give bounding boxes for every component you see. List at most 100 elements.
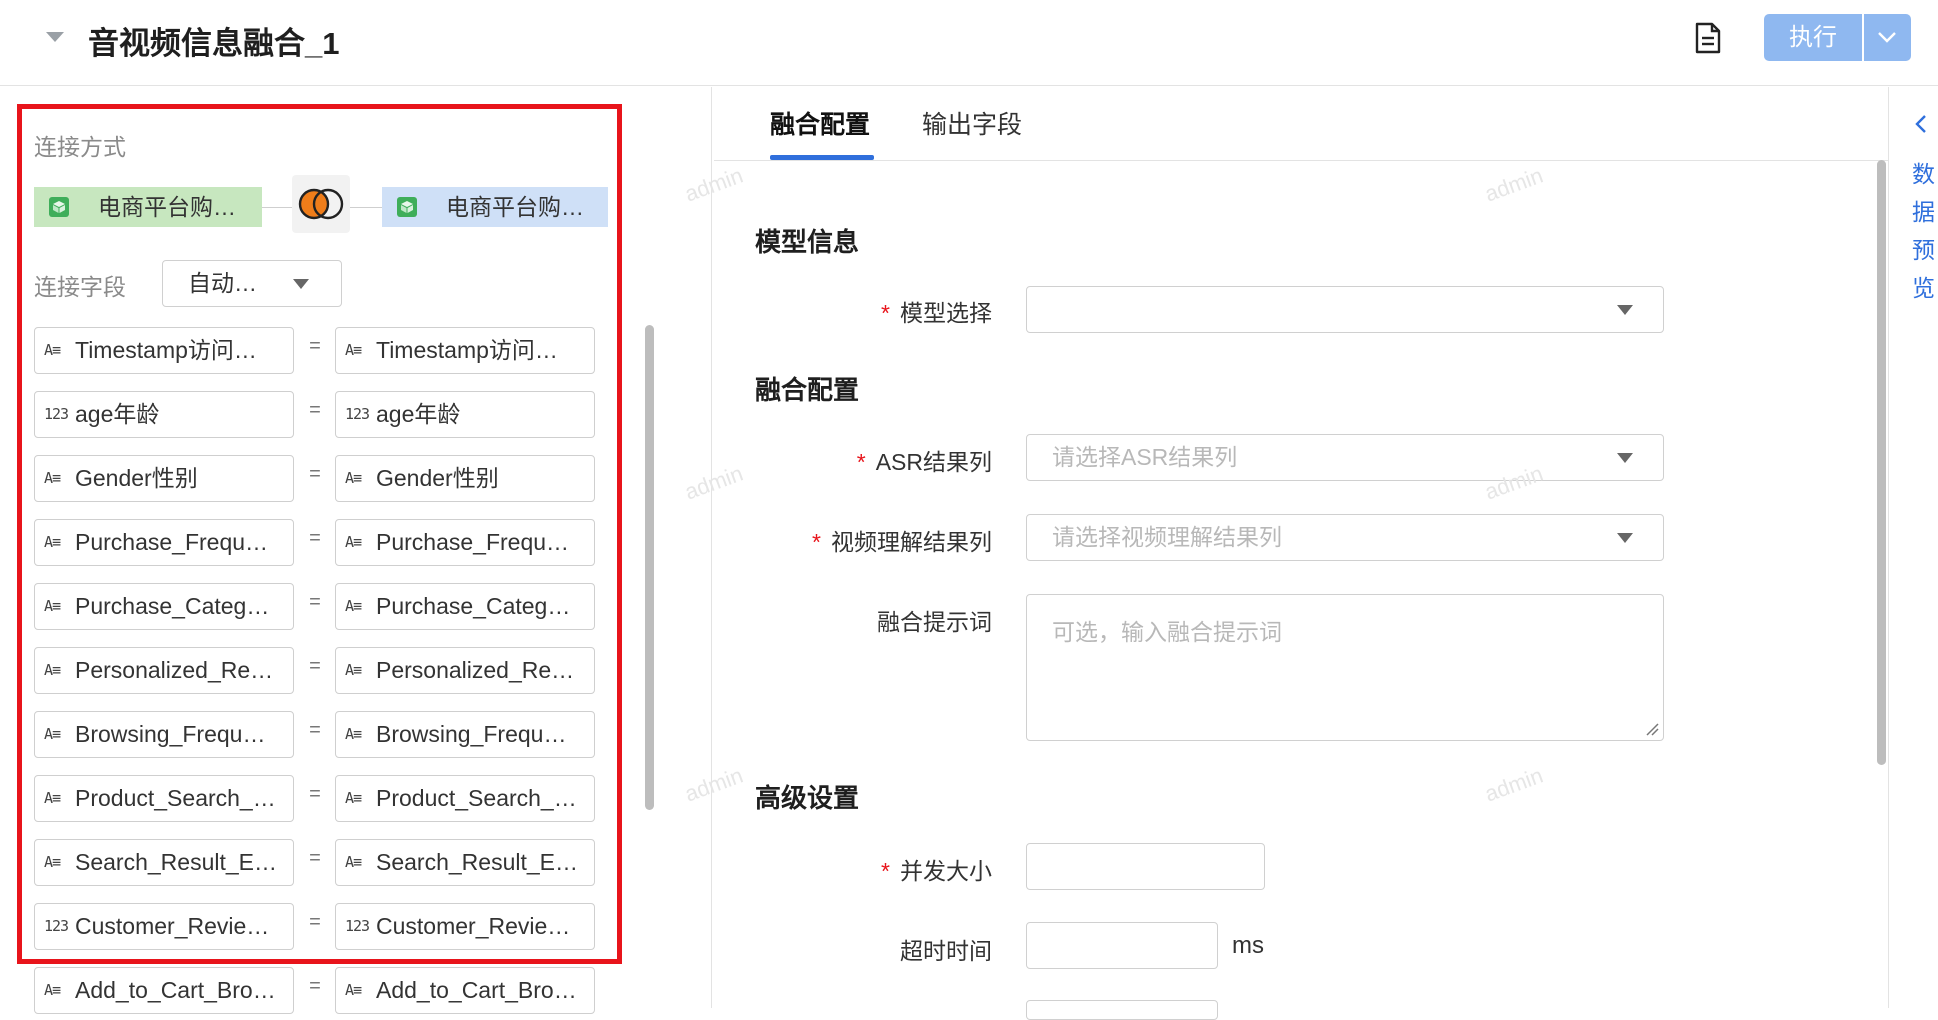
right-table-name: 电商平台购…: [446, 194, 584, 220]
run-button[interactable]: 执行: [1764, 14, 1862, 61]
equals-sign: =: [309, 655, 321, 677]
video-column-select[interactable]: 请选择视频理解结果列: [1026, 514, 1664, 561]
text-type-icon: A≡: [345, 597, 362, 615]
left-join-field[interactable]: A≡ Timestamp访问…: [34, 327, 294, 374]
left-join-field[interactable]: 123 age年龄: [34, 391, 294, 438]
field-name: Purchase_Categ…: [376, 593, 571, 619]
text-type-icon: A≡: [44, 469, 61, 487]
asr-column-select[interactable]: 请选择ASR结果列: [1026, 434, 1664, 481]
left-join-field[interactable]: A≡ Product_Search_…: [34, 775, 294, 822]
field-name: Product_Search_…: [376, 785, 577, 811]
right-join-field[interactable]: 123 age年龄: [335, 391, 595, 438]
collapse-caret-icon[interactable]: [46, 32, 64, 42]
field-name: Add_to_Cart_Bro…: [75, 977, 276, 1003]
right-join-field[interactable]: 123 Customer_Revie…: [335, 903, 595, 950]
model-info-heading: 模型信息: [755, 227, 860, 257]
field-name: Browsing_Frequ…: [376, 721, 567, 747]
field-name: Gender性别: [376, 465, 499, 491]
dropdown-arrow-icon: [1617, 305, 1633, 315]
right-join-field[interactable]: A≡ Purchase_Categ…: [335, 583, 595, 630]
run-dropdown-button[interactable]: [1864, 14, 1911, 61]
left-join-field[interactable]: A≡ Add_to_Cart_Bro…: [34, 967, 294, 1014]
right-join-field[interactable]: A≡ Timestamp访问…: [335, 327, 595, 374]
toolbar-header: 音视频信息融合_1 执行: [0, 0, 1938, 86]
inner-join-icon: [298, 188, 344, 220]
left-join-field[interactable]: A≡ Gender性别: [34, 455, 294, 502]
field-name: Search_Result_E…: [75, 849, 277, 875]
left-panel-scrollbar[interactable]: [645, 325, 654, 810]
next-input[interactable]: [1026, 1000, 1218, 1020]
equals-sign: =: [309, 783, 321, 805]
right-join-field[interactable]: A≡ Personalized_Re…: [335, 647, 595, 694]
dropdown-arrow-icon: [1617, 453, 1633, 463]
field-name: Customer_Revie…: [376, 913, 571, 939]
timeout-unit: ms: [1232, 932, 1264, 959]
model-select[interactable]: [1026, 286, 1664, 333]
document-icon[interactable]: [1694, 22, 1722, 54]
join-type-button[interactable]: [292, 175, 350, 233]
tab-fusion-config[interactable]: 融合配置: [770, 105, 870, 141]
left-join-field[interactable]: A≡ Purchase_Frequ…: [34, 519, 294, 566]
config-tabs: 融合配置 输出字段: [714, 87, 1888, 161]
left-table-name: 电商平台购…: [98, 194, 236, 220]
right-join-field[interactable]: A≡ Browsing_Frequ…: [335, 711, 595, 758]
left-join-field[interactable]: A≡ Search_Result_E…: [34, 839, 294, 886]
right-join-field[interactable]: A≡ Search_Result_E…: [335, 839, 595, 886]
video-placeholder: 请选择视频理解结果列: [1052, 524, 1282, 550]
field-name: Purchase_Frequ…: [75, 529, 269, 555]
text-type-icon: A≡: [44, 661, 61, 679]
dropdown-arrow-icon: [1617, 533, 1633, 543]
join-method-label: 连接方式: [34, 134, 126, 160]
field-name: Add_to_Cart_Bro…: [376, 977, 577, 1003]
equals-sign: =: [309, 975, 321, 997]
left-table-chip[interactable]: 电商平台购…: [34, 187, 262, 227]
join-field-select[interactable]: 自动…: [162, 260, 342, 307]
text-type-icon: A≡: [345, 469, 362, 487]
field-name: Gender性别: [75, 465, 198, 491]
text-type-icon: A≡: [345, 341, 362, 359]
left-join-field[interactable]: A≡ Purchase_Categ…: [34, 583, 294, 630]
table-cube-icon: [397, 197, 417, 217]
field-name: Personalized_Re…: [376, 657, 575, 683]
right-join-field[interactable]: A≡ Add_to_Cart_Bro…: [335, 967, 595, 1014]
join-connector-line: [262, 207, 292, 208]
fusion-prompt-textarea[interactable]: 可选，输入融合提示词: [1026, 594, 1664, 741]
text-type-icon: A≡: [44, 981, 61, 999]
left-join-field[interactable]: 123 Customer_Revie…: [34, 903, 294, 950]
field-name: Search_Result_E…: [376, 849, 578, 875]
text-type-icon: A≡: [44, 341, 61, 359]
chevron-left-icon[interactable]: [1914, 113, 1928, 135]
join-connector-line: [350, 207, 382, 208]
text-type-icon: A≡: [345, 533, 362, 551]
text-type-icon: A≡: [345, 725, 362, 743]
dropdown-arrow-icon: [293, 279, 309, 289]
tab-output-fields[interactable]: 输出字段: [922, 105, 1022, 141]
watermark: admin: [1481, 762, 1547, 807]
right-panel-scrollbar[interactable]: [1877, 160, 1886, 765]
text-type-icon: A≡: [345, 853, 362, 871]
left-join-field[interactable]: A≡ Personalized_Re…: [34, 647, 294, 694]
right-join-field[interactable]: A≡ Gender性别: [335, 455, 595, 502]
join-field-label: 连接字段: [34, 274, 126, 300]
right-join-field[interactable]: A≡ Purchase_Frequ…: [335, 519, 595, 566]
text-type-icon: A≡: [345, 661, 362, 679]
asr-placeholder: 请选择ASR结果列: [1052, 444, 1238, 470]
data-preview-label[interactable]: 数据预览: [1912, 155, 1936, 307]
concurrency-input[interactable]: [1026, 843, 1265, 890]
concurrency-label: * 并发大小: [881, 858, 992, 884]
equals-sign: =: [309, 591, 321, 613]
text-type-icon: A≡: [44, 853, 61, 871]
advanced-settings-heading: 高级设置: [755, 783, 860, 813]
active-tab-indicator: [770, 155, 874, 160]
left-join-field[interactable]: A≡ Browsing_Frequ…: [34, 711, 294, 758]
right-join-field[interactable]: A≡ Product_Search_…: [335, 775, 595, 822]
right-table-chip[interactable]: 电商平台购…: [382, 187, 608, 227]
timeout-input[interactable]: [1026, 922, 1218, 969]
table-cube-icon: [49, 197, 69, 217]
field-name: Purchase_Categ…: [75, 593, 270, 619]
watermark: admin: [1481, 162, 1547, 207]
text-type-icon: A≡: [345, 789, 362, 807]
resize-handle-icon[interactable]: [1645, 722, 1659, 736]
equals-sign: =: [309, 527, 321, 549]
equals-sign: =: [309, 399, 321, 421]
